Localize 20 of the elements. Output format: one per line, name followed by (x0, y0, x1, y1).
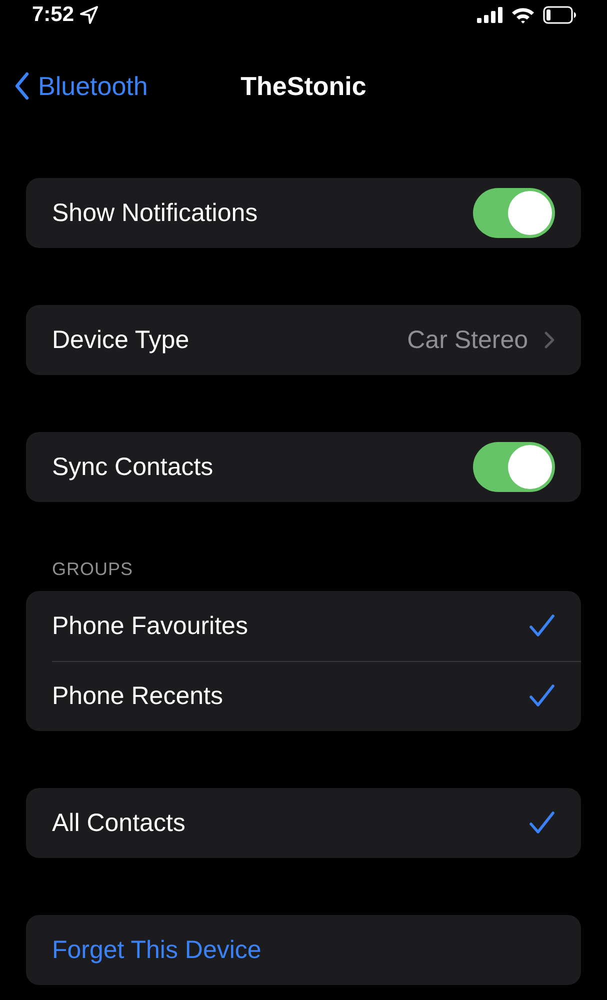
status-time: 7:52 (32, 3, 74, 27)
toggle-switch[interactable] (473, 442, 555, 492)
group-label[interactable]: All Contacts (52, 808, 529, 838)
forget-device-link[interactable]: Forget This Device (52, 936, 555, 964)
signal-icon (477, 7, 503, 23)
setting-value[interactable]: Car Stereo (407, 326, 528, 354)
page-title: TheStonic (240, 70, 366, 100)
group-label[interactable]: Phone Recents (52, 682, 529, 710)
setting-label: Show Notifications (52, 198, 259, 228)
battery-icon (543, 6, 577, 24)
location-arrow-icon (80, 6, 98, 24)
back-button[interactable]: Bluetooth (14, 70, 148, 102)
wifi-icon (511, 6, 535, 24)
setting-label: Device Type (52, 326, 190, 354)
chevron-left-icon (14, 72, 30, 100)
setting-label: Sync Contacts (52, 452, 214, 482)
toggle-switch[interactable] (473, 188, 555, 238)
group-label[interactable]: Phone Favourites (52, 612, 529, 640)
chevron-right-icon (544, 331, 555, 349)
section-header: GROUPS (52, 559, 134, 579)
